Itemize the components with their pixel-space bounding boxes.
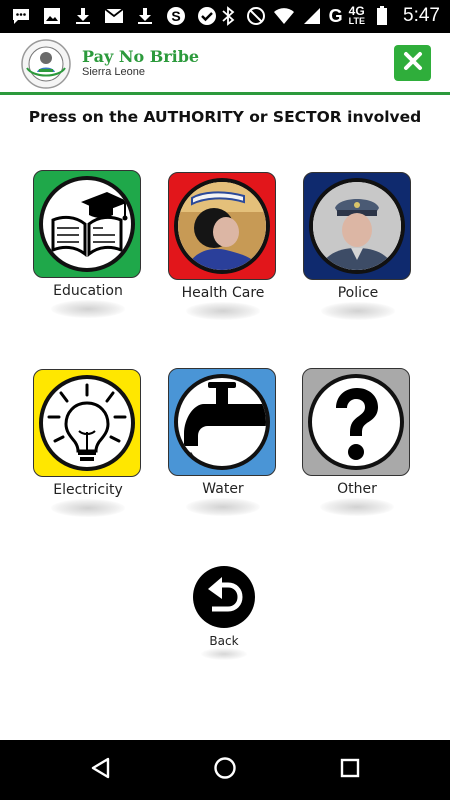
sector-label: Electricity (53, 482, 123, 498)
svg-text:S: S (171, 8, 180, 24)
network-badge: 4G LTE (348, 4, 366, 26)
wifi-icon (273, 5, 295, 27)
system-nav-bar (0, 740, 450, 800)
light-bulb-icon (39, 375, 135, 471)
bluetooth-icon (217, 5, 239, 27)
police-officer-photo (309, 178, 405, 274)
tile-background (303, 172, 411, 280)
water-tap-icon (174, 374, 270, 470)
instruction-text: Press on the AUTHORITY or SECTOR involve… (28, 108, 422, 126)
download-icon (134, 5, 156, 27)
close-icon (402, 50, 424, 76)
tile-background (33, 369, 141, 477)
tile-background (168, 172, 276, 280)
gmail-icon (103, 5, 125, 27)
home-circle-icon (213, 756, 237, 784)
health-care-nurse-photo (174, 178, 270, 274)
nav-back-button[interactable] (80, 752, 120, 788)
close-button[interactable] (394, 45, 431, 81)
status-bar: S G 4G LTE 5:47 (0, 0, 450, 33)
education-book-cap-icon (39, 176, 135, 272)
nav-home-button[interactable] (205, 752, 245, 788)
app-title: Pay No Bribe (82, 47, 200, 66)
chat-bubble-icon (10, 5, 32, 27)
recents-square-icon (339, 757, 361, 783)
question-mark-icon (308, 374, 404, 470)
sector-tile-electricity[interactable]: Electricity (33, 369, 143, 517)
sector-tile-water[interactable]: Water (168, 368, 278, 516)
network-type: G (328, 5, 343, 26)
sector-tile-education[interactable]: Education (33, 170, 143, 318)
sector-tile-police[interactable]: Police (303, 172, 413, 320)
app-header: Pay No Bribe Sierra Leone (0, 33, 450, 95)
signal-icon (301, 5, 323, 27)
back-triangle-icon (89, 756, 111, 784)
check-circle-icon (196, 5, 218, 27)
anti-corruption-commission-logo-icon (15, 38, 77, 90)
sector-tile-health-care[interactable]: Health Care (168, 172, 278, 320)
nav-recents-button[interactable] (330, 752, 370, 788)
do-not-disturb-icon (245, 5, 267, 27)
clock: 5:47 (403, 5, 440, 26)
skype-icon: S (165, 5, 187, 27)
back-button[interactable]: Back (193, 566, 255, 660)
sector-label: Other (337, 481, 377, 497)
download-icon (72, 5, 94, 27)
tile-background (33, 170, 141, 278)
sector-label: Water (202, 481, 244, 497)
app-subtitle: Sierra Leone (82, 66, 145, 78)
sector-tile-other[interactable]: Other (302, 368, 412, 516)
tile-background (168, 368, 276, 476)
battery-icon (371, 5, 393, 27)
image-icon (41, 5, 63, 27)
sector-label: Health Care (181, 285, 265, 301)
sector-label: Police (337, 285, 379, 301)
back-arrow-icon (193, 566, 255, 628)
tile-background (302, 368, 410, 476)
back-label: Back (209, 634, 239, 648)
sector-label: Education (53, 283, 123, 299)
